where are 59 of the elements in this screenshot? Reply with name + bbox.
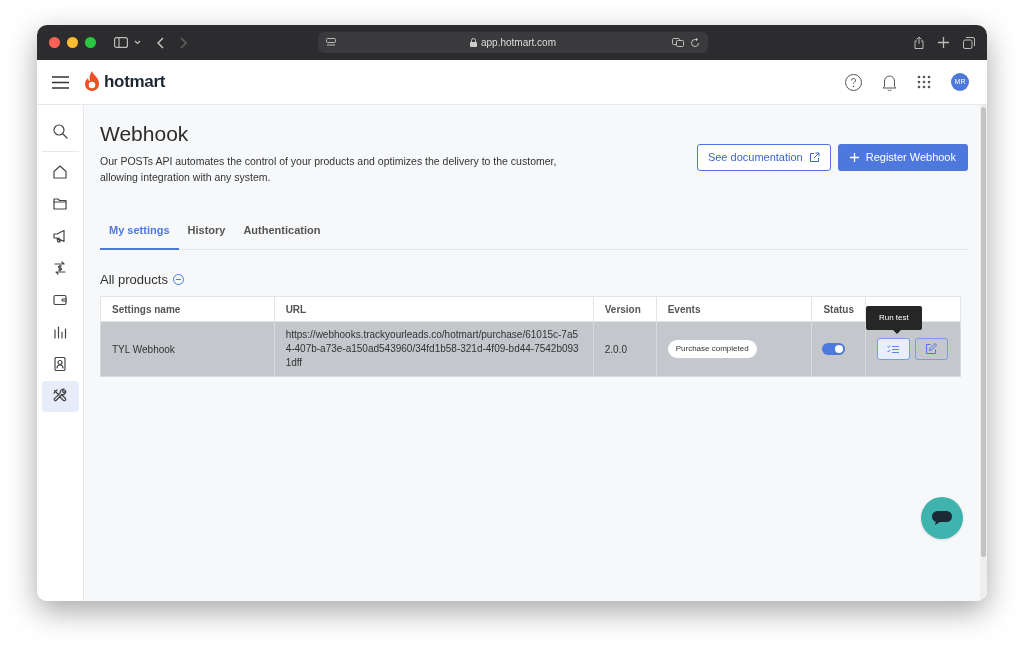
- tab[interactable]: My settings: [100, 222, 179, 250]
- checklist-icon: [887, 344, 900, 354]
- url-text: app.hotmart.com: [480, 36, 556, 50]
- section-title: All products: [100, 270, 168, 289]
- collapse-icon[interactable]: [172, 273, 184, 285]
- megaphone-icon: [52, 228, 68, 244]
- page-title: Webhook: [100, 121, 190, 147]
- forward-icon[interactable]: [180, 36, 187, 49]
- reader-icon[interactable]: [326, 38, 336, 47]
- table-cell: TYL Webhook: [100, 321, 275, 377]
- run-test-button[interactable]: [876, 338, 910, 360]
- zoom-window-button[interactable]: [85, 37, 96, 48]
- table-cell: https://webhooks.trackyourleads.co/hotmart/purchase/61015c-7a54-407b-a73e-a150ad543960/34fd1b58-321d-4f09-bd44-7542b0931dff: [274, 321, 594, 377]
- plus-icon: [849, 153, 859, 162]
- event-tag: Purchase completed: [667, 340, 757, 358]
- id-badge-icon: [52, 356, 68, 372]
- notification-bell-icon[interactable]: [882, 73, 897, 91]
- edit-icon: [925, 343, 938, 355]
- home-icon: [52, 164, 68, 180]
- column-header: Events: [656, 296, 812, 322]
- wallet-icon: [52, 292, 68, 308]
- folder-icon: [52, 196, 68, 212]
- column-header: URL: [274, 296, 594, 322]
- bar-chart-icon: [52, 324, 68, 340]
- close-window-button[interactable]: [49, 37, 60, 48]
- register-webhook-button[interactable]: Register Webhook: [837, 144, 968, 171]
- minimize-window-button[interactable]: [67, 37, 78, 48]
- menu-icon[interactable]: [52, 75, 69, 89]
- tabs-overview-icon[interactable]: [963, 36, 975, 49]
- tools-icon: [52, 388, 68, 404]
- reload-icon[interactable]: [690, 37, 700, 48]
- column-header: Settings name: [100, 296, 275, 322]
- share-icon[interactable]: [914, 36, 924, 49]
- tab[interactable]: History: [178, 222, 235, 250]
- address-bar[interactable]: app.hotmart.com: [318, 32, 708, 53]
- sidebar-item[interactable]: [41, 380, 79, 412]
- flame-logo-icon: [83, 71, 101, 93]
- tab[interactable]: Authentication: [234, 222, 330, 250]
- column-header: Status: [811, 296, 866, 322]
- search-icon: [52, 123, 68, 139]
- lock-icon: [469, 38, 477, 47]
- apps-grid-icon[interactable]: [917, 75, 931, 89]
- external-link-icon: [808, 152, 820, 163]
- scrollbar-thumb[interactable]: [981, 107, 986, 557]
- chevron-down-icon[interactable]: [134, 40, 141, 45]
- chat-bubble-icon: [932, 511, 952, 525]
- translate-icon[interactable]: [672, 38, 684, 47]
- chat-button[interactable]: [921, 497, 963, 539]
- sidebar-toggle-icon[interactable]: [114, 37, 128, 48]
- status-toggle[interactable]: [822, 343, 846, 355]
- help-icon[interactable]: [845, 73, 862, 91]
- back-icon[interactable]: [157, 36, 164, 49]
- documentation-button[interactable]: See documentation: [696, 144, 831, 171]
- logo-text: hotmart: [104, 71, 166, 94]
- page-description: Our POSTs API automates the control of your products and optimizes the delivery to the customer, allowing integration with any system.: [100, 154, 558, 185]
- column-header: Version: [593, 296, 657, 322]
- table-cell: 2.0.0: [593, 321, 657, 377]
- plus-icon[interactable]: [938, 37, 949, 48]
- money-arrows-icon: [52, 260, 68, 276]
